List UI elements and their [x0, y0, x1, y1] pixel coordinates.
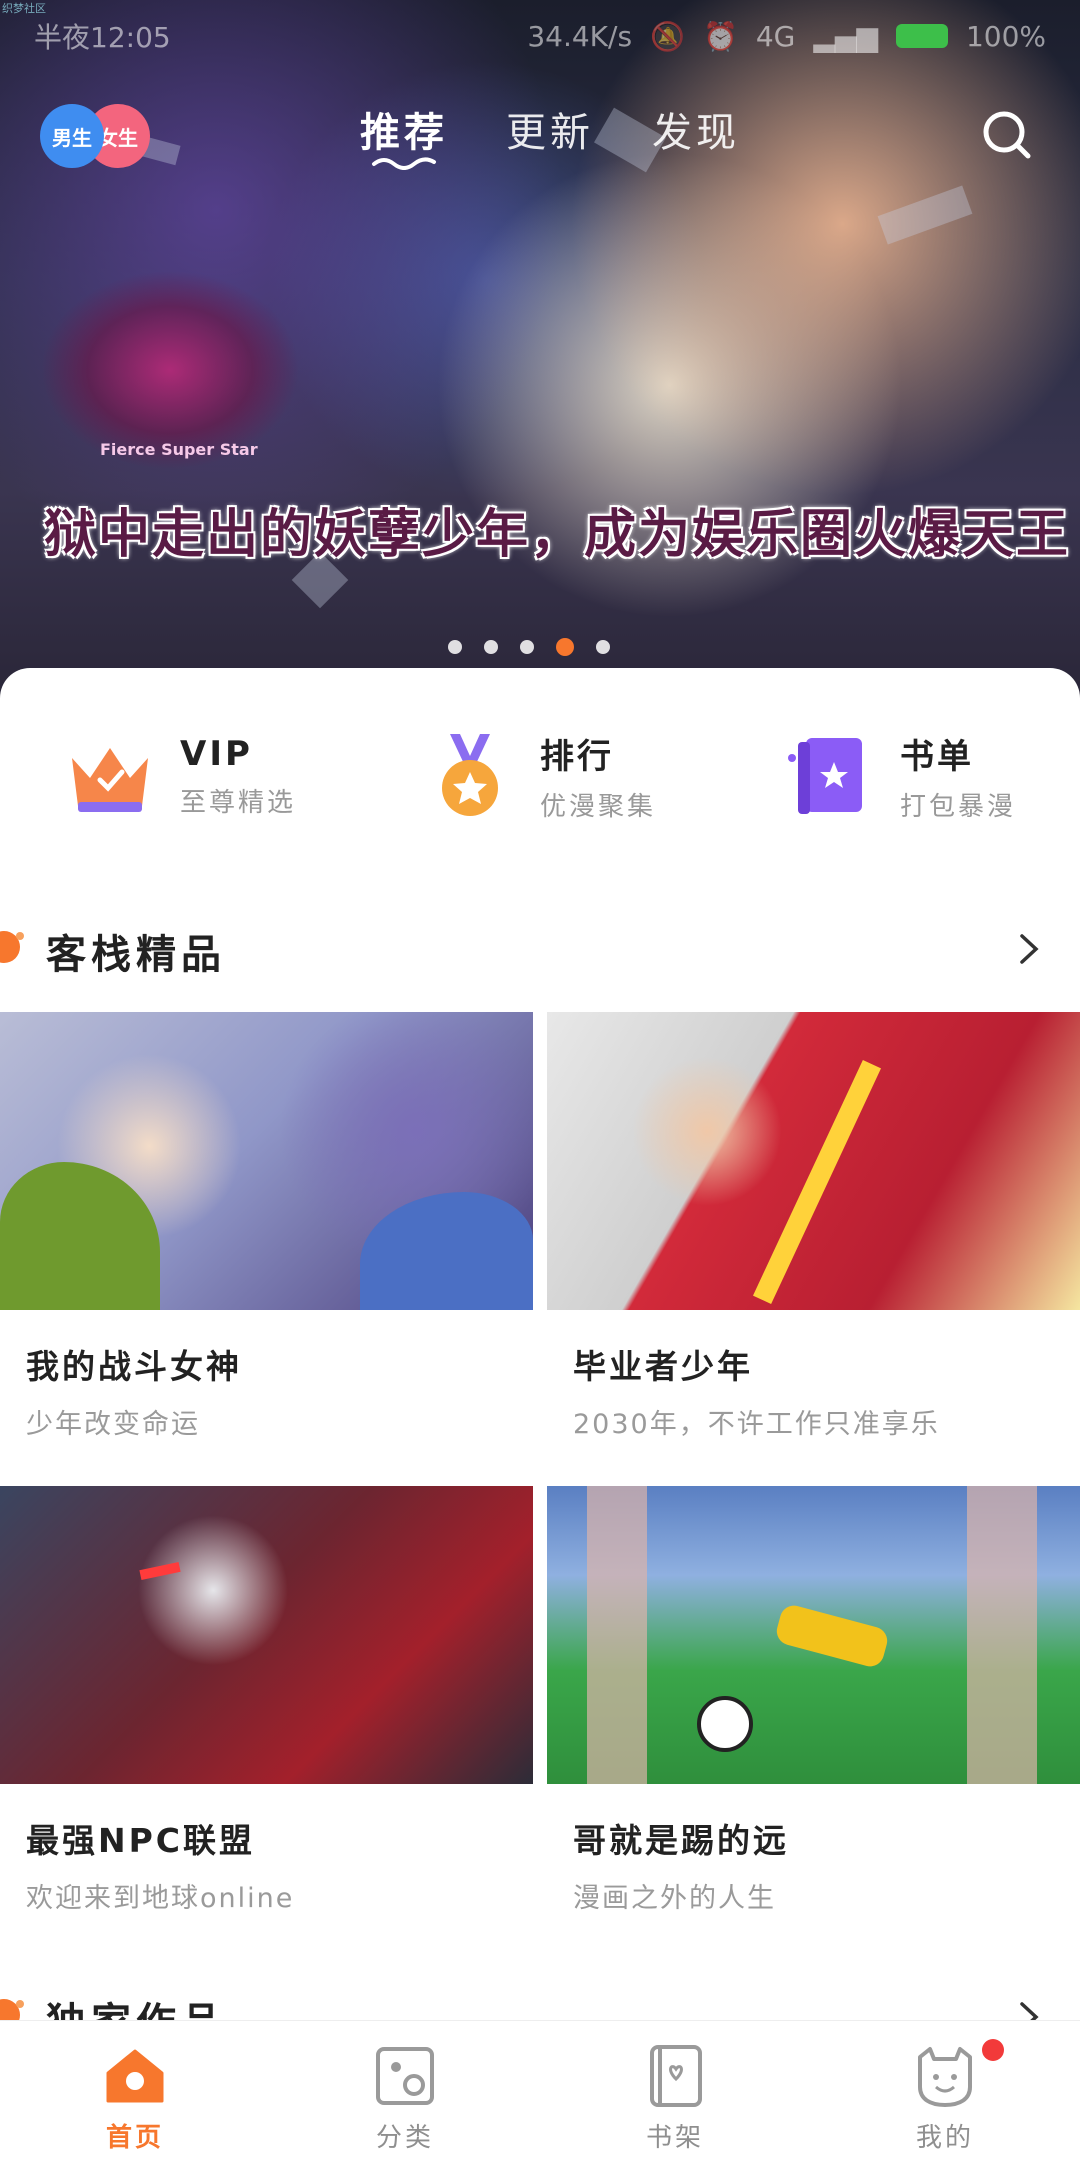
comic-card[interactable]: 毕业者少年 2030年，不许工作只准享乐	[547, 1012, 1080, 1441]
bottom-nav: 首页 分类 书架 我的	[0, 2020, 1080, 2160]
pagination-dot-active[interactable]	[556, 638, 574, 656]
mute-icon: 🔕	[650, 19, 685, 53]
pagination-dot[interactable]	[596, 640, 610, 654]
main-content: VIP 至尊精选 排行 优漫聚集 书单 打包暴漫 客栈精品 我的战斗女神 少年改…	[0, 668, 1080, 2020]
category-icon	[376, 2047, 434, 2105]
comic-description: 2030年，不许工作只准享乐	[573, 1409, 940, 1440]
comic-card[interactable]: 哥就是踢的远 漫画之外的人生	[547, 1486, 1080, 1915]
comic-card[interactable]: 最强NPC联盟 欢迎来到地球online	[0, 1486, 533, 1915]
comic-title: 我的战斗女神	[26, 1347, 242, 1386]
home-icon	[106, 2049, 164, 2103]
cover-art	[967, 1486, 1037, 1784]
quick-entries: VIP 至尊精选 排行 优漫聚集 书单 打包暴漫	[0, 728, 1080, 838]
top-nav: 女生 男生 推荐 更新 发现	[0, 90, 1080, 180]
tab-updates-label: 更新	[506, 110, 594, 156]
entry-ranking-title: 排行	[540, 737, 614, 777]
comic-description: 少年改变命运	[26, 1409, 200, 1440]
pagination-dot[interactable]	[448, 640, 462, 654]
section-header[interactable]: 独家作品	[0, 1986, 1080, 2020]
tab-recommend-label: 推荐	[360, 110, 448, 156]
bookshelf-icon	[650, 2045, 702, 2107]
gender-toggle[interactable]: 女生 男生	[40, 104, 150, 170]
status-bar: 织梦社区 半夜12:05 34.4K/s 🔕 ⏰ 4G ▂▄▆ 100%	[0, 0, 1080, 72]
medal-icon	[442, 734, 498, 816]
crown-icon	[72, 748, 148, 812]
banner-caption: 狱中走出的妖孽少年，成为娱乐圈火爆天王	[44, 505, 1071, 565]
comic-description: 欢迎来到地球online	[26, 1883, 295, 1914]
tab-active-indicator	[372, 157, 436, 170]
tab-discover[interactable]: 发现	[652, 100, 740, 158]
status-time: 半夜12:05	[34, 21, 171, 54]
cover-art	[0, 1162, 160, 1310]
section-header[interactable]: 客栈精品	[0, 918, 1080, 978]
corner-tag: 织梦社区	[2, 2, 46, 15]
section-title: 客栈精品	[46, 932, 226, 978]
nav-profile-label: 我的	[915, 2123, 974, 2153]
nav-category-label: 分类	[375, 2123, 434, 2153]
nav-profile[interactable]: 我的	[810, 2021, 1080, 2160]
comic-cover	[547, 1012, 1080, 1310]
nav-home-label: 首页	[105, 2123, 164, 2153]
banner-logo-text: Fierce Super Star	[100, 440, 258, 459]
section-bullet-icon	[0, 1999, 24, 2020]
comic-cover	[0, 1012, 533, 1310]
cover-art	[587, 1486, 647, 1784]
comic-title: 哥就是踢的远	[573, 1821, 789, 1860]
banner-art	[877, 185, 973, 245]
comic-cover	[547, 1486, 1080, 1784]
battery-level: 100%	[965, 19, 1046, 53]
pagination-dot[interactable]	[520, 640, 534, 654]
entry-booklist-subtitle: 打包暴漫	[900, 792, 1017, 822]
nav-bookshelf[interactable]: 书架	[540, 2021, 810, 2160]
comic-card[interactable]: 我的战斗女神 少年改变命运	[0, 1012, 533, 1441]
comic-title: 毕业者少年	[573, 1347, 753, 1386]
section-bullet-icon	[0, 931, 24, 963]
entry-ranking-subtitle: 优漫聚集	[540, 792, 657, 822]
network-speed: 34.4K/s	[527, 19, 633, 53]
entry-booklist-title: 书单	[900, 737, 974, 777]
entry-ranking[interactable]: 排行 优漫聚集	[422, 728, 656, 824]
entry-vip-title: VIP	[180, 733, 253, 774]
pagination-dot[interactable]	[484, 640, 498, 654]
book-icon	[788, 738, 862, 814]
soccer-ball	[697, 1696, 753, 1752]
cover-art	[360, 1192, 533, 1310]
search-icon[interactable]	[980, 108, 1034, 162]
chevron-right-icon[interactable]	[1016, 2000, 1042, 2020]
tab-recommend[interactable]: 推荐	[360, 100, 448, 170]
nav-category[interactable]: 分类	[270, 2021, 540, 2160]
cover-art	[139, 1561, 181, 1581]
tab-updates[interactable]: 更新	[506, 100, 594, 158]
notification-badge	[982, 2039, 1004, 2061]
signal-icon: ▂▄▆	[813, 19, 878, 53]
banner-pagination	[448, 638, 610, 656]
comic-description: 漫画之外的人生	[573, 1883, 776, 1914]
chevron-right-icon[interactable]	[1016, 932, 1042, 966]
comic-cover	[0, 1486, 533, 1784]
alarm-icon: ⏰	[702, 19, 738, 53]
profile-icon	[918, 2047, 972, 2107]
cover-art	[773, 1602, 891, 1670]
entry-booklist[interactable]: 书单 打包暴漫	[782, 728, 1016, 824]
gender-boy[interactable]: 男生	[40, 104, 104, 168]
section-title: 独家作品	[46, 1990, 226, 2020]
comic-title: 最强NPC联盟	[26, 1821, 256, 1860]
entry-vip[interactable]: VIP 至尊精选	[62, 728, 296, 824]
battery-icon	[895, 24, 948, 48]
cover-art	[752, 1059, 882, 1305]
network-type: 4G	[755, 19, 796, 53]
tab-discover-label: 发现	[652, 110, 740, 156]
tab-bar: 推荐 更新 发现	[360, 100, 740, 170]
nav-home[interactable]: 首页	[0, 2021, 270, 2160]
hero-banner[interactable]: 织梦社区 半夜12:05 34.4K/s 🔕 ⏰ 4G ▂▄▆ 100% 女生 …	[0, 0, 1080, 700]
nav-bookshelf-label: 书架	[645, 2123, 704, 2153]
entry-vip-subtitle: 至尊精选	[180, 787, 297, 818]
banner-title-logo: Fierce Super Star	[40, 270, 300, 470]
